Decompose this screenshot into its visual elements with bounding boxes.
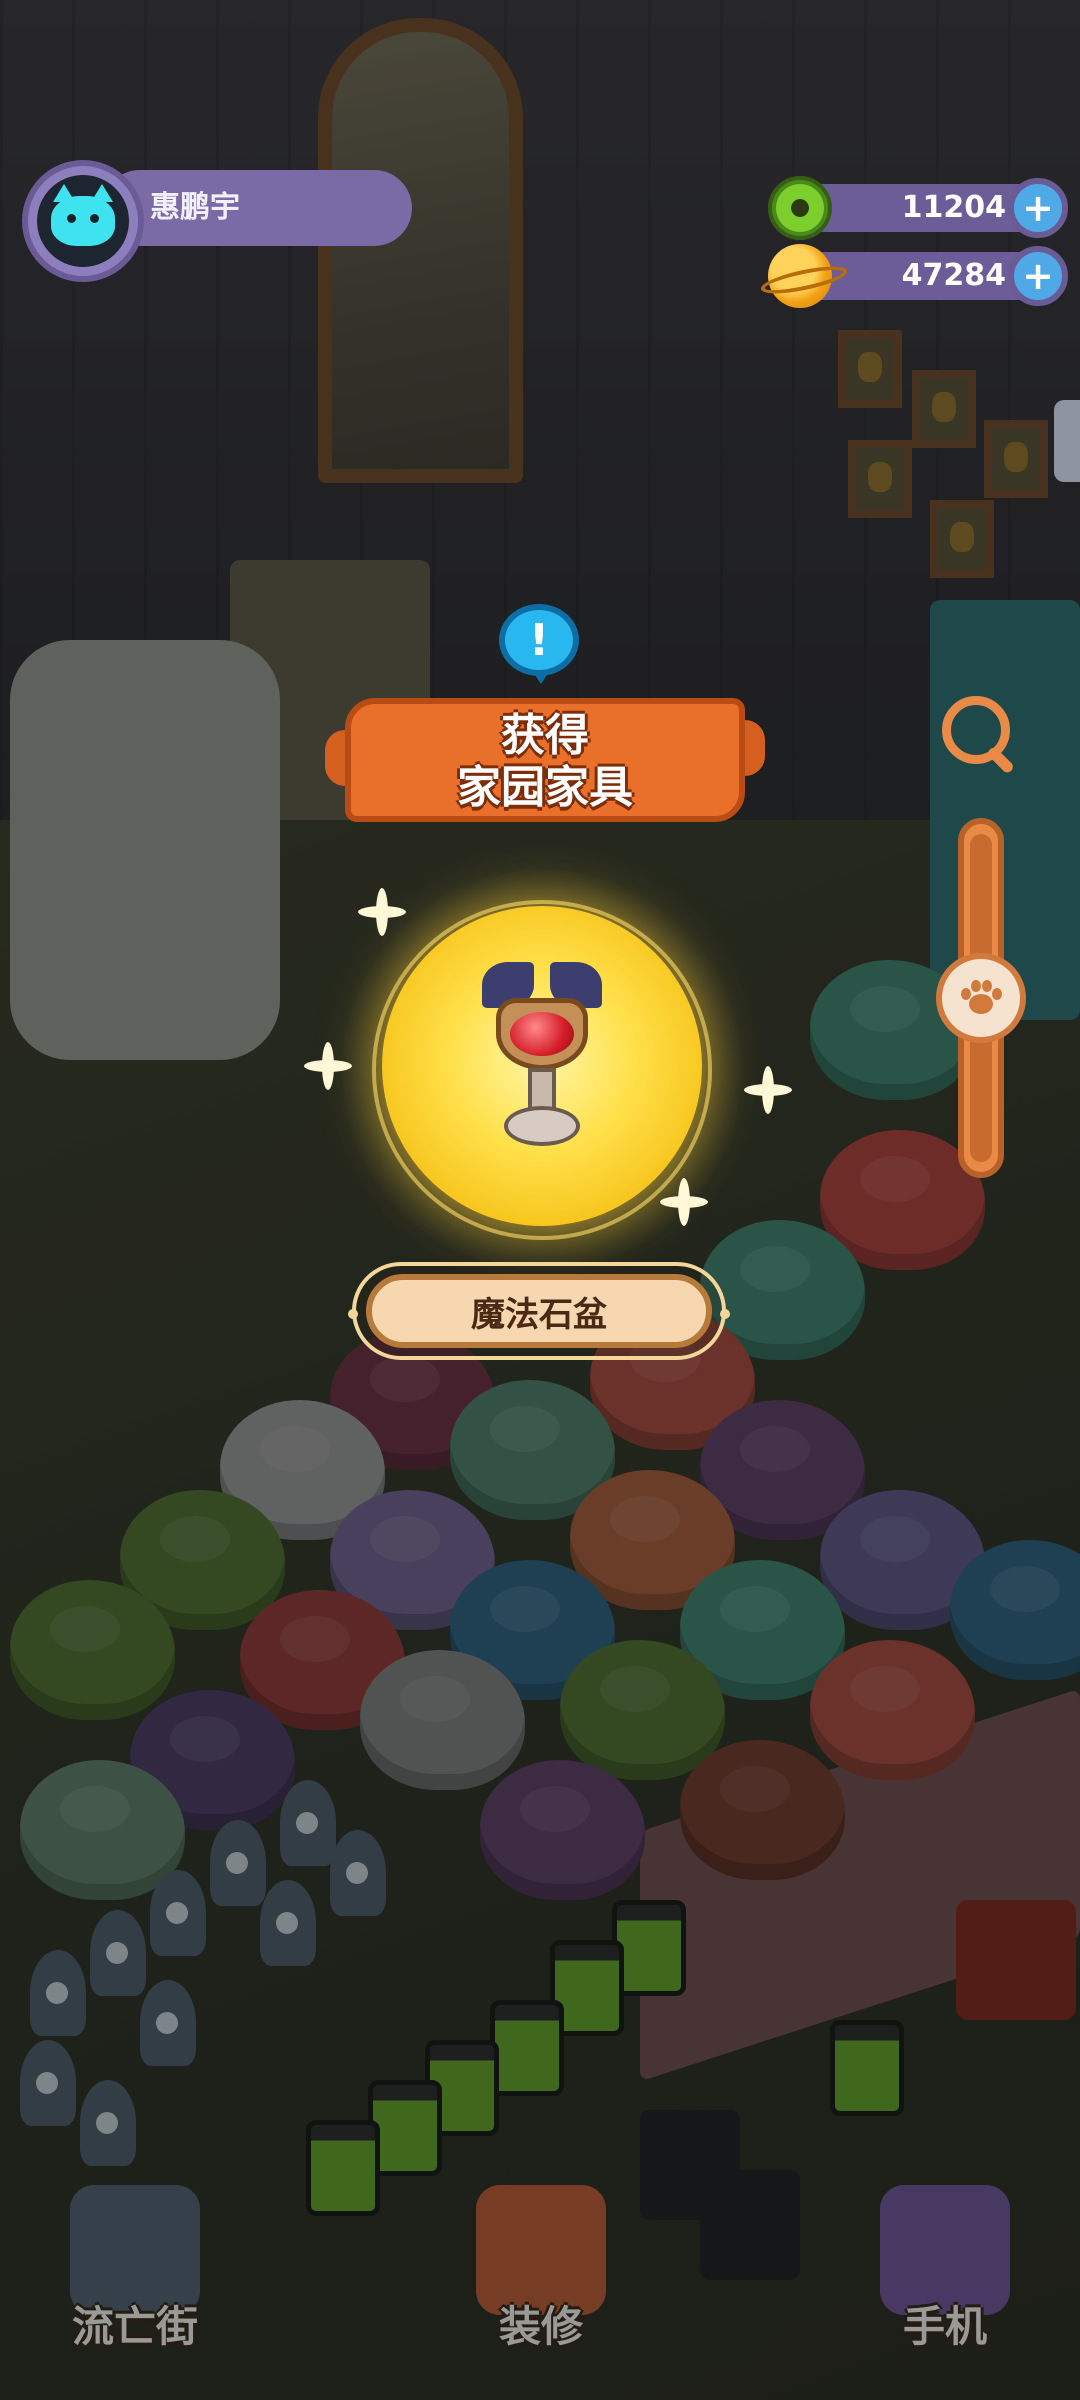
sparkle-icon: [358, 888, 406, 936]
avatar-inner: [37, 175, 129, 267]
paw-icon: [961, 980, 1002, 1016]
currency-donut-value: 11204: [901, 190, 1006, 225]
add-donut-button[interactable]: +: [1008, 178, 1068, 238]
avatar[interactable]: [22, 160, 144, 282]
profile-name-pill: [102, 170, 412, 246]
item-name: 魔法石盆: [366, 1274, 712, 1348]
zoom-slider[interactable]: [936, 818, 1026, 1178]
item-red-orb: [510, 1012, 574, 1056]
banner-title: 获得 家园家具: [325, 710, 765, 814]
zoom-slider-knob[interactable]: [936, 953, 1026, 1043]
username: 惠鹏宇: [150, 190, 240, 225]
currency-planet-value: 47284: [901, 258, 1006, 293]
reward-banner: 获得 家园家具: [325, 690, 765, 830]
magic-stone-basin-icon: [482, 958, 602, 1158]
nav-decorate-label: 装修: [498, 2302, 583, 2351]
planet-coin-icon: [768, 244, 832, 308]
currency-planet: 47284 +: [768, 244, 1068, 308]
nav-street-label: 流亡街: [71, 2302, 198, 2351]
cat-face-icon: [51, 184, 115, 246]
banner-title-line2: 家园家具: [457, 762, 633, 813]
donut-icon: [768, 176, 832, 240]
sparkle-icon: [296, 1034, 360, 1098]
cat-eye: [90, 214, 99, 223]
sparkle-icon: [744, 1066, 792, 1114]
currency-donut: 11204 +: [768, 176, 1068, 240]
nav-phone-label: 手机: [902, 2302, 987, 2351]
item-name-plate: 魔法石盆: [348, 1262, 730, 1360]
magnifier-icon[interactable]: [936, 690, 1016, 770]
cat-eye: [67, 214, 76, 223]
item-base: [504, 1106, 580, 1146]
nav-decorate-button[interactable]: 装修: [446, 2185, 636, 2365]
plate-dot: [348, 1309, 358, 1319]
nav-phone-button[interactable]: 手机: [850, 2185, 1040, 2365]
player-profile[interactable]: 惠鹏宇: [22, 160, 412, 282]
nav-street-button[interactable]: 流亡街: [40, 2185, 230, 2365]
banner-title-line1: 获得: [501, 710, 589, 761]
add-planet-coin-button[interactable]: +: [1008, 246, 1068, 306]
side-tool-tab[interactable]: [1054, 400, 1080, 482]
plate-dot: [720, 1309, 730, 1319]
sparkle-icon: [654, 1172, 714, 1232]
alert-icon: !: [499, 604, 579, 684]
